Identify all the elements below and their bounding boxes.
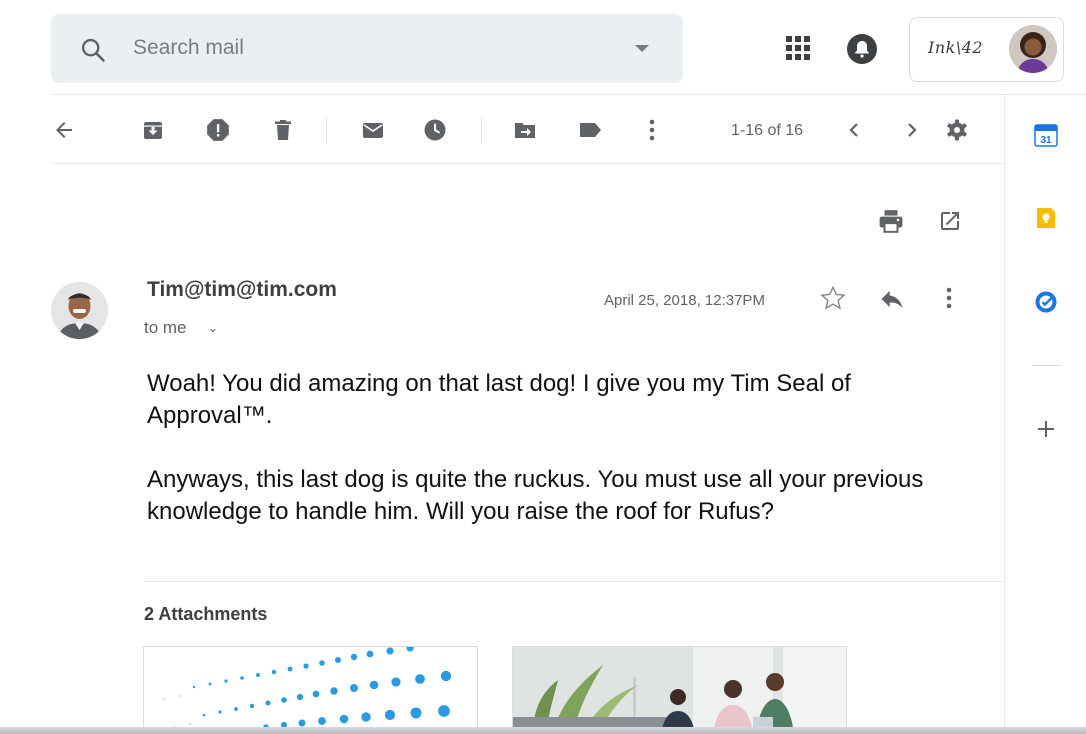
delete-icon[interactable]	[270, 117, 296, 143]
search-bar[interactable]: Search mail	[51, 14, 683, 83]
calendar-icon[interactable]: 31	[1034, 123, 1058, 147]
message-paragraph: Anyways, this last dog is quite the ruck…	[147, 466, 924, 525]
back-arrow-icon[interactable]	[51, 117, 77, 143]
pagination-count: 1-16 of 16	[731, 122, 804, 139]
gmail-window: Search mail Ink\42 1-16 of 16 31 Tim@tim…	[0, 0, 1086, 734]
recipient-label: to me	[144, 318, 187, 337]
account-switcher[interactable]: Ink\42	[909, 17, 1064, 82]
apps-grid-icon[interactable]	[786, 36, 810, 60]
message-body: Woah! You did amazing on that last dog! …	[147, 368, 947, 560]
archive-icon[interactable]	[140, 117, 166, 143]
chevron-right-icon[interactable]	[899, 117, 925, 143]
mark-unread-icon[interactable]	[360, 117, 386, 143]
star-icon[interactable]	[819, 284, 847, 312]
calendar-day: 31	[1040, 135, 1052, 146]
toolbar-divider	[51, 163, 1004, 164]
brand-logo: Ink\42	[928, 38, 984, 57]
window-bottom-edge	[0, 727, 1086, 734]
account-avatar[interactable]	[1009, 25, 1057, 73]
body-divider	[144, 581, 1004, 582]
toolbar-separator	[481, 116, 482, 144]
search-input[interactable]: Search mail	[133, 36, 244, 60]
print-icon[interactable]	[878, 208, 904, 234]
attachments-title: 2 Attachments	[144, 604, 268, 624]
toolbar-separator	[326, 116, 327, 144]
keep-icon[interactable]	[1034, 206, 1058, 230]
move-to-icon[interactable]	[512, 117, 538, 143]
side-panel-divider	[1032, 365, 1062, 366]
message-more-vertical-icon[interactable]	[937, 285, 961, 311]
chevron-left-icon[interactable]	[841, 117, 867, 143]
header-divider	[51, 94, 1086, 95]
reply-icon[interactable]	[878, 285, 906, 313]
message-timestamp: April 25, 2018, 12:37PM	[604, 292, 765, 309]
message-paragraph: Woah! You did amazing on that last dog! …	[147, 370, 851, 429]
attachment-office-photo[interactable]	[512, 646, 847, 734]
more-vertical-icon[interactable]	[639, 117, 665, 143]
snooze-icon[interactable]	[422, 117, 448, 143]
settings-gear-icon[interactable]	[944, 117, 970, 143]
attachment-dots-image[interactable]	[143, 646, 478, 734]
search-icon[interactable]	[79, 36, 107, 64]
label-icon[interactable]	[577, 117, 603, 143]
add-icon[interactable]	[1035, 418, 1057, 440]
sender-name[interactable]: Tim@tim@tim.com	[147, 278, 337, 302]
message-toolbar: 1-16 of 16	[51, 100, 1004, 160]
report-spam-icon[interactable]	[205, 117, 231, 143]
search-options-caret-icon[interactable]	[635, 45, 649, 52]
open-in-new-window-icon[interactable]	[938, 209, 962, 233]
tasks-icon[interactable]	[1034, 290, 1058, 314]
recipient-details-chevron-down-icon[interactable]: ⌄	[208, 321, 218, 335]
notifications-bell-icon[interactable]	[846, 33, 878, 65]
sender-avatar[interactable]	[51, 282, 108, 339]
side-panel: 31	[1004, 95, 1086, 734]
